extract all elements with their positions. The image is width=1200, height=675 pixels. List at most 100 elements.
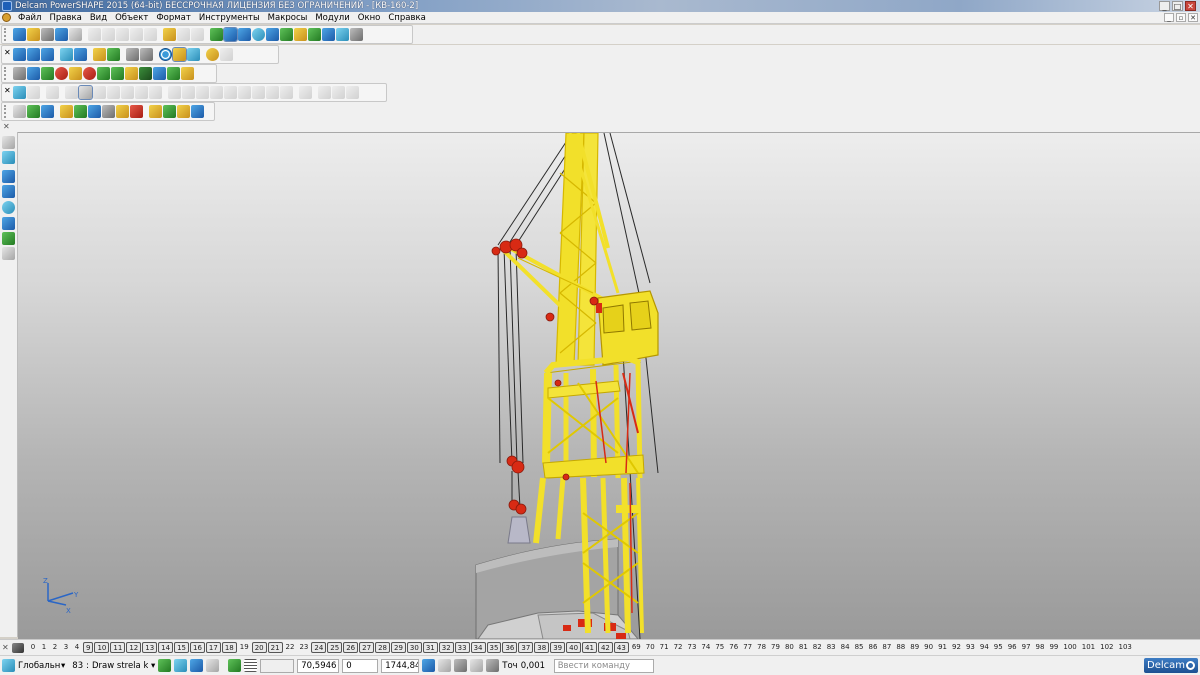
level-button[interactable]: 38 [534, 642, 550, 653]
mirror-icon[interactable] [182, 86, 195, 99]
delete-icon[interactable] [144, 28, 157, 41]
blend-icon[interactable] [210, 86, 223, 99]
level-button[interactable]: 72 [672, 642, 685, 653]
level-edit-icon[interactable] [12, 642, 24, 653]
level-button[interactable]: 32 [438, 642, 454, 653]
layer-icon[interactable] [13, 67, 26, 80]
revolve-icon[interactable] [65, 86, 78, 99]
level-button[interactable]: 17 [205, 642, 221, 653]
level-button[interactable]: 16 [190, 642, 205, 653]
workplane-icon[interactable] [2, 170, 15, 183]
level-button[interactable]: 92 [950, 642, 963, 653]
level-button[interactable]: 89 [908, 642, 921, 653]
menu-object[interactable]: Объект [111, 13, 152, 23]
level-button[interactable]: 98 [1034, 642, 1047, 653]
level-button[interactable]: 9 [83, 642, 94, 653]
level-button[interactable]: 36 [502, 642, 518, 653]
shell-icon[interactable] [121, 86, 134, 99]
copy-icon[interactable] [102, 28, 115, 41]
text-icon[interactable] [280, 28, 293, 41]
level-name-select[interactable]: Draw strela k [92, 661, 148, 671]
workplane-dropdown-icon[interactable]: ▾ [61, 661, 65, 671]
globe-icon[interactable] [159, 48, 172, 61]
toolbar-grip-3[interactable] [4, 67, 10, 80]
level-button[interactable]: 14 [158, 642, 174, 653]
menu-view[interactable]: Вид [86, 13, 111, 23]
sphere-pick-icon[interactable] [2, 201, 15, 214]
level-button[interactable]: 26 [343, 642, 359, 653]
maximize-button[interactable]: □ [1172, 1, 1183, 11]
level-button[interactable]: 41 [582, 642, 597, 653]
level-button[interactable]: 42 [597, 642, 613, 653]
minimize-button[interactable]: _ [1159, 1, 1170, 11]
command-input[interactable]: Ввести команду [553, 658, 654, 673]
cut-solid-icon[interactable] [149, 86, 162, 99]
print-icon[interactable] [69, 28, 82, 41]
feature-icon[interactable] [13, 86, 26, 99]
level-button[interactable]: 70 [644, 642, 657, 653]
level-button[interactable]: 103 [1117, 642, 1134, 653]
menu-format[interactable]: Формат [152, 13, 195, 23]
level-button[interactable]: 0 [28, 642, 38, 653]
arrow-icon[interactable] [111, 67, 124, 80]
redo-icon[interactable] [177, 28, 190, 41]
toolbar-grip[interactable] [4, 28, 10, 41]
solid-icon[interactable] [308, 28, 321, 41]
workplane-select[interactable]: Глобальн [18, 661, 60, 671]
mesh-icon[interactable] [336, 28, 349, 41]
level-button[interactable]: 71 [658, 642, 671, 653]
level-button[interactable]: 101 [1080, 642, 1097, 653]
level-button[interactable]: 80 [783, 642, 796, 653]
cube-multi-icon[interactable] [102, 105, 115, 118]
tag-icon[interactable] [149, 105, 162, 118]
shaded-icon[interactable] [172, 47, 187, 62]
level-button[interactable]: 18 [221, 642, 237, 653]
level-button[interactable]: 10 [94, 642, 110, 653]
level-button[interactable]: 100 [1061, 642, 1078, 653]
lock-icon[interactable] [88, 105, 101, 118]
level-button[interactable]: 34 [470, 642, 486, 653]
level-button[interactable]: 19 [238, 642, 251, 653]
edit-icon[interactable] [191, 28, 204, 41]
level-button[interactable]: 25 [327, 642, 343, 653]
level-button[interactable]: 95 [992, 642, 1005, 653]
pan-icon[interactable] [93, 48, 106, 61]
grid-toggle-icon[interactable] [244, 659, 258, 672]
info-icon[interactable] [153, 67, 166, 80]
level-button[interactable]: 1 [39, 642, 49, 653]
keypad-icon[interactable] [438, 659, 452, 672]
level-button[interactable]: 99 [1047, 642, 1060, 653]
level-button[interactable]: 23 [297, 642, 310, 653]
fillet-icon[interactable] [93, 86, 106, 99]
axis-icon[interactable] [2, 232, 15, 245]
toolbar-close-icon[interactable]: ✕ [4, 48, 12, 61]
view-side-icon[interactable] [41, 48, 54, 61]
level-button[interactable]: 93 [964, 642, 977, 653]
level-button[interactable]: 82 [811, 642, 824, 653]
iso-view-icon[interactable] [60, 48, 73, 61]
level-button[interactable]: 4 [72, 642, 82, 653]
level-button[interactable]: 22 [284, 642, 297, 653]
measure-icon[interactable] [191, 105, 204, 118]
new-file-icon[interactable] [13, 28, 26, 41]
absolute-coords-icon[interactable] [454, 659, 468, 672]
level-button[interactable]: 31 [422, 642, 438, 653]
cursor-icon[interactable] [238, 28, 251, 41]
tools-icon[interactable] [350, 28, 363, 41]
point-icon[interactable] [41, 105, 54, 118]
draft-icon[interactable] [130, 28, 143, 41]
zoom-in-icon[interactable] [107, 48, 120, 61]
convert-icon[interactable] [318, 86, 331, 99]
level-button[interactable]: 76 [727, 642, 740, 653]
offset-icon[interactable] [224, 86, 237, 99]
rotate-icon[interactable] [74, 48, 87, 61]
level-button[interactable]: 83 [825, 642, 838, 653]
level-button[interactable]: 77 [741, 642, 754, 653]
shade-icon[interactable] [2, 217, 15, 230]
tree-icon[interactable] [27, 86, 40, 99]
draft-angle-icon[interactable] [280, 86, 293, 99]
x-coordinate-field[interactable] [260, 658, 295, 673]
boolean-icon[interactable] [135, 86, 148, 99]
y-coordinate-field[interactable]: 70,5946 [297, 658, 340, 673]
level-button[interactable]: 94 [978, 642, 991, 653]
